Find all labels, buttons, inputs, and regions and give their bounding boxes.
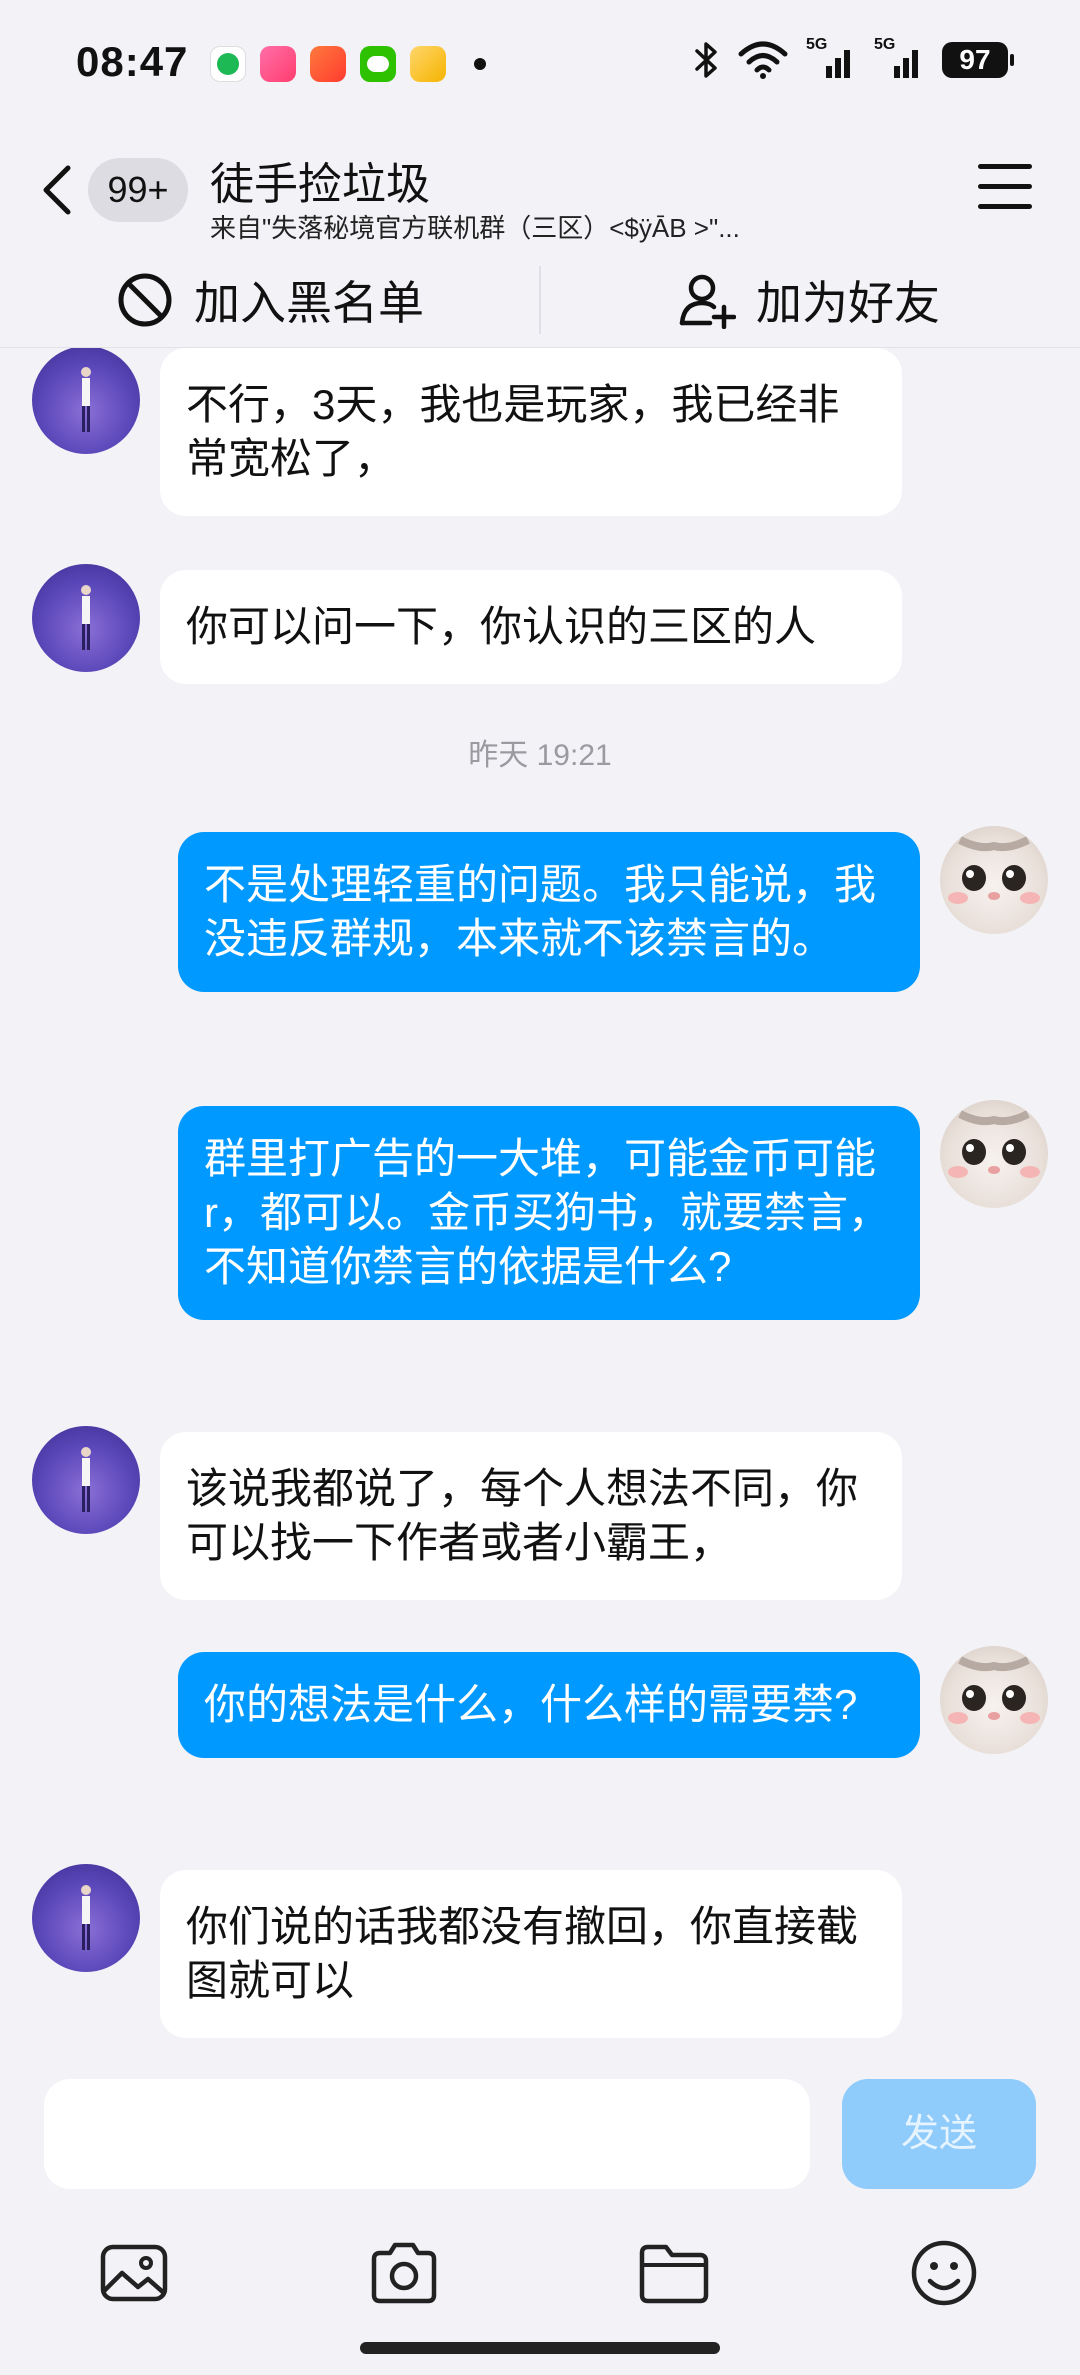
add-friend-label: 加为好友 — [756, 277, 940, 329]
bluetooth-icon — [695, 42, 717, 78]
message-timestamp: 昨天 19:21 — [468, 739, 612, 772]
cat-avatar-image — [948, 1656, 1040, 1724]
contact-avatar[interactable] — [32, 564, 140, 672]
stranger-action-bar: 加入黑名单 加为好友 — [0, 252, 1080, 348]
notes-app-icon — [410, 46, 446, 82]
system-icons: 5G 5G 97 — [694, 36, 1014, 80]
notification-icons — [210, 46, 486, 82]
menu-icon — [978, 164, 1032, 169]
music-app-icon — [210, 46, 246, 82]
image-button[interactable] — [94, 2233, 174, 2313]
camera-icon — [371, 2242, 437, 2304]
folder-icon — [639, 2244, 709, 2304]
message-bubble-received[interactable]: 你可以问一下，你认识的三区的人 — [160, 570, 902, 684]
contact-avatar[interactable] — [32, 348, 140, 454]
more-notifications-dot — [474, 58, 486, 70]
network-type-label: 5G — [806, 36, 828, 53]
message-list[interactable]: 不行，3天，我也是玩家，我已经非常宽松了， 你可以问一下，你认识的三区的人 昨天… — [0, 348, 1080, 2063]
block-icon — [118, 273, 172, 327]
message-bubble-sent[interactable]: 你的想法是什么，什么样的需要禁? — [178, 1652, 920, 1758]
message-input[interactable] — [44, 2079, 810, 2189]
cat-avatar-image — [948, 836, 1040, 904]
camera-button[interactable] — [364, 2233, 444, 2313]
battery-indicator: 97 — [942, 42, 1014, 78]
network-type-label: 5G — [874, 36, 896, 53]
divider — [539, 266, 541, 334]
emoji-button[interactable] — [904, 2233, 984, 2313]
contact-avatar[interactable] — [32, 1426, 140, 1534]
image-icon — [100, 2244, 168, 2302]
deal-app-icon — [310, 46, 346, 82]
message-bubble-received[interactable]: 该说我都说了，每个人想法不同，你可以找一下作者或者小霸王， — [160, 1432, 902, 1600]
smiley-icon — [911, 2240, 977, 2306]
my-avatar[interactable] — [940, 1646, 1048, 1754]
wifi-icon — [738, 41, 788, 79]
blacklist-label: 加入黑名单 — [194, 277, 424, 329]
add-friend-button[interactable]: 加为好友 — [678, 252, 940, 348]
composer-toolbar — [0, 2213, 1080, 2333]
cellular-signal-2-icon: 5G — [874, 36, 924, 80]
message-bubble-received[interactable]: 不行，3天，我也是玩家，我已经非常宽松了， — [160, 348, 902, 516]
menu-button[interactable] — [978, 164, 1032, 212]
cellular-signal-1-icon: 5G — [806, 36, 856, 80]
chat-header: 99+ 徒手捡垃圾 来自"失落秘境官方联机群（三区）<$ÿĀB >"... — [0, 130, 1080, 250]
home-indicator[interactable] — [360, 2342, 720, 2354]
chat-subtitle: 来自"失落秘境官方联机群（三区）<$ÿĀB >"... — [210, 213, 740, 243]
composer: 发送 — [0, 2063, 1080, 2375]
add-person-icon — [679, 274, 736, 329]
contact-avatar[interactable] — [32, 1864, 140, 1972]
send-button[interactable]: 发送 — [842, 2079, 1036, 2189]
message-bubble-received[interactable]: 你们说的话我都没有撤回，你直接截图就可以 — [160, 1870, 902, 2038]
add-to-blacklist-button[interactable]: 加入黑名单 — [116, 252, 424, 348]
my-avatar[interactable] — [940, 1100, 1048, 1208]
unread-count-badge[interactable]: 99+ — [88, 158, 188, 222]
my-avatar[interactable] — [940, 826, 1048, 934]
status-time: 08:47 — [76, 38, 189, 85]
back-button[interactable] — [30, 154, 90, 224]
shopping-app-icon — [260, 46, 296, 82]
chevron-left-icon — [43, 165, 71, 215]
chat-title[interactable]: 徒手捡垃圾 — [210, 148, 430, 212]
status-bar: 08:47 5G 5G 97 — [0, 0, 1080, 130]
wechat-icon — [360, 46, 396, 82]
message-bubble-sent[interactable]: 群里打广告的一大堆，可能金币可能r，都可以。金币买狗书，就要禁言，不知道你禁言的… — [178, 1106, 920, 1320]
message-bubble-sent[interactable]: 不是处理轻重的问题。我只能说，我没违反群规，本来就不该禁言的。 — [178, 832, 920, 992]
cat-avatar-image — [948, 1110, 1040, 1178]
file-button[interactable] — [634, 2233, 714, 2313]
